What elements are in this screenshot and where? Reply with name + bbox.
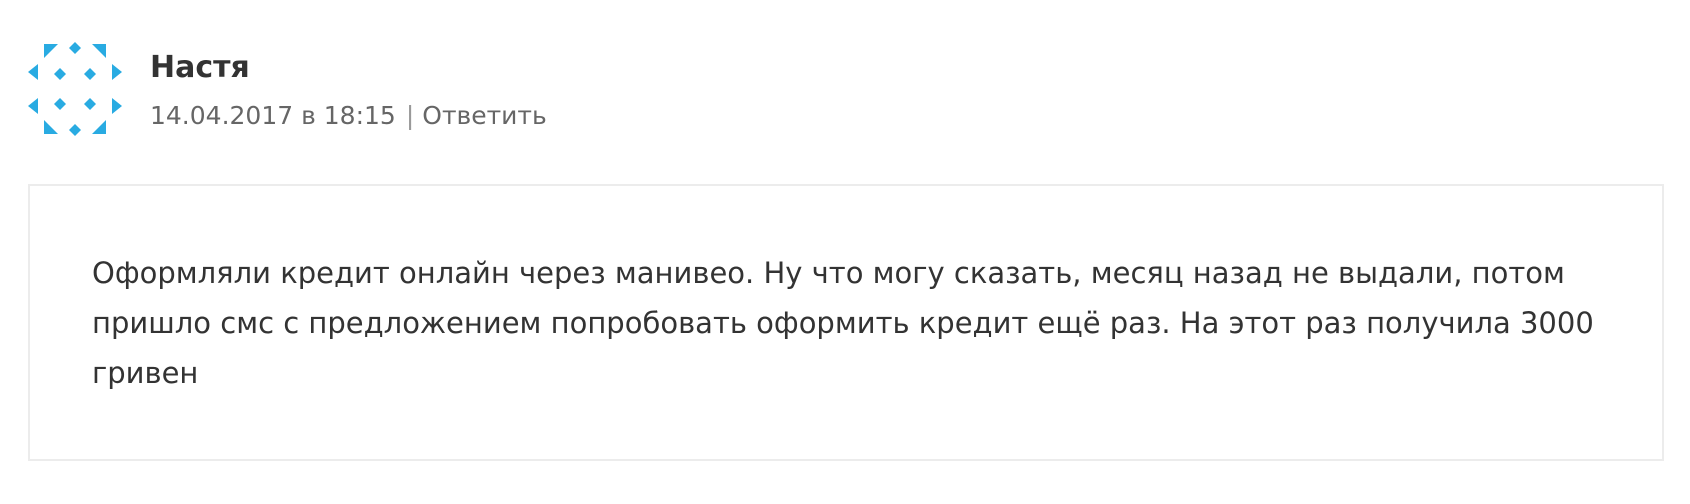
avatar-shape bbox=[84, 68, 96, 80]
reply-link[interactable]: Ответить bbox=[422, 101, 546, 130]
meta-separator: | bbox=[405, 101, 415, 130]
comment-body-box: Оформляли кредит онлайн через манивео. Н… bbox=[28, 184, 1664, 461]
comment-meta: 14.04.2017 в 18:15 | Ответить bbox=[150, 98, 547, 134]
avatar-shape bbox=[92, 120, 106, 134]
comment-author: Настя bbox=[150, 50, 250, 85]
avatar-shape bbox=[69, 42, 81, 54]
avatar-shape bbox=[28, 98, 38, 114]
avatar-shape bbox=[112, 98, 122, 114]
avatar-shape bbox=[28, 64, 38, 80]
avatar-shape bbox=[69, 124, 81, 136]
avatar-shape bbox=[112, 64, 122, 80]
identicon-avatar-icon bbox=[28, 42, 122, 136]
avatar-shape bbox=[44, 44, 58, 58]
avatar-shape bbox=[84, 98, 96, 110]
avatar-shape bbox=[92, 44, 106, 58]
comment: Настя 14.04.2017 в 18:15 | Ответить Оформл… bbox=[0, 0, 1690, 504]
comment-text: Оформляли кредит онлайн через манивео. Н… bbox=[92, 256, 1594, 390]
avatar-shape bbox=[54, 98, 66, 110]
avatar-shape bbox=[54, 68, 66, 80]
avatar-shape bbox=[44, 120, 58, 134]
comment-date: 14.04.2017 в 18:15 bbox=[150, 101, 396, 130]
